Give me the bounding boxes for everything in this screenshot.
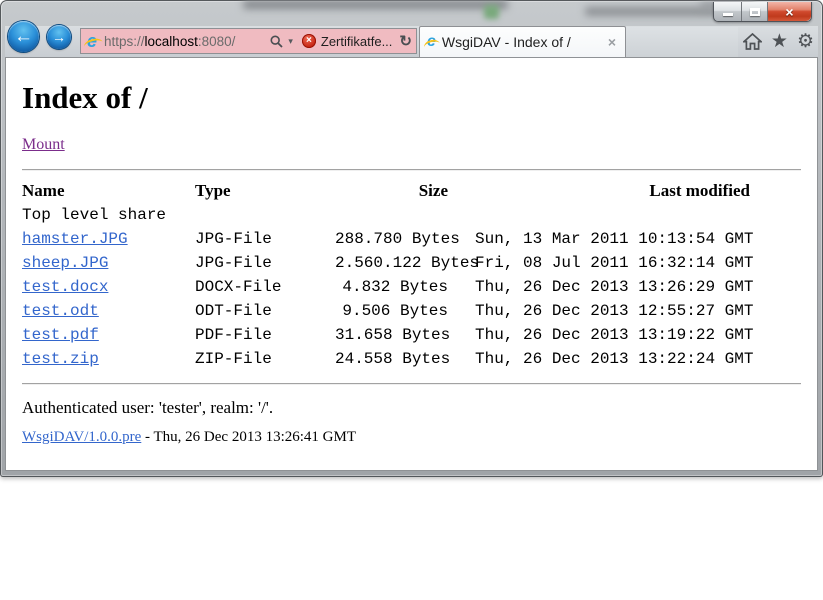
page-content: Index of / Mount Name Type Size Last mod… <box>5 57 818 471</box>
file-modified: Sun, 13 Mar 2011 10:13:54 GMT <box>448 227 750 251</box>
refresh-icon[interactable]: ↻ <box>399 32 412 50</box>
mount-line: Mount <box>22 136 801 153</box>
column-header-type: Type <box>195 179 335 203</box>
minimize-icon <box>723 13 733 16</box>
tab-favicon-ie-icon: e <box>427 34 436 50</box>
certificate-error-icon[interactable]: × <box>302 34 316 48</box>
table-row: Top level share <box>22 203 750 227</box>
titlebar-glass-reflection <box>243 0 508 9</box>
back-button[interactable]: ← <box>8 21 39 52</box>
table-row: sheep.JPG JPG-File 2.560.122 Bytes Fri, … <box>22 251 750 275</box>
column-header-name: Name <box>22 179 195 203</box>
ie-page-icon: e <box>87 32 97 50</box>
file-size: 31.658 Bytes <box>335 323 448 347</box>
back-arrow-icon: ← <box>14 26 33 48</box>
file-size: 24.558 Bytes <box>335 347 448 371</box>
screenshot: × ← → e https://localhost:8080/ <box>0 0 823 600</box>
column-header-size: Size <box>335 179 448 203</box>
titlebar[interactable]: × <box>0 0 823 26</box>
close-icon: × <box>785 5 793 19</box>
file-link[interactable]: test.pdf <box>22 326 99 344</box>
file-type: ODT-File <box>195 299 335 323</box>
browser-toolbar-icons: ★ ⚙ <box>743 26 814 57</box>
favorites-star-icon[interactable]: ★ <box>771 32 788 51</box>
table-row: test.docx DOCX-File 4.832 Bytes Thu, 26 … <box>22 275 750 299</box>
url-port-path: :8080/ <box>198 34 236 49</box>
directory-table: Name Type Size Last modified Top level s… <box>22 179 750 371</box>
forward-arrow-icon: → <box>52 29 66 45</box>
file-link[interactable]: test.odt <box>22 302 99 320</box>
authenticated-user-line: Authenticated user: 'tester', realm: '/'… <box>22 399 801 416</box>
file-size: 4.832 Bytes <box>335 275 448 299</box>
file-size: 9.506 Bytes <box>335 299 448 323</box>
window-controls: × <box>713 2 812 22</box>
mount-link[interactable]: Mount <box>22 136 65 153</box>
tab-wsgidav[interactable]: e WsgiDAV - Index of / × <box>419 26 626 57</box>
home-icon[interactable] <box>743 33 762 50</box>
divider <box>22 383 801 385</box>
url-host: localhost <box>145 34 198 49</box>
page-title: Index of / <box>22 80 801 116</box>
table-row: test.pdf PDF-File 31.658 Bytes Thu, 26 D… <box>22 323 750 347</box>
browser-window: × ← → e https://localhost:8080/ <box>0 0 823 477</box>
file-modified: Thu, 26 Dec 2013 13:26:29 GMT <box>448 275 750 299</box>
file-type: JPG-File <box>195 251 335 275</box>
file-link[interactable]: test.docx <box>22 278 108 296</box>
url-text[interactable]: https://localhost:8080/ <box>104 34 270 49</box>
titlebar-glass-reflection <box>484 5 499 19</box>
file-type: ZIP-File <box>195 347 335 371</box>
server-timestamp: - Thu, 26 Dec 2013 13:26:41 GMT <box>141 429 356 445</box>
forward-button[interactable]: → <box>47 25 71 49</box>
file-type: JPG-File <box>195 227 335 251</box>
table-row: test.zip ZIP-File 24.558 Bytes Thu, 26 D… <box>22 347 750 371</box>
file-modified: Fri, 08 Jul 2011 16:32:14 GMT <box>448 251 750 275</box>
file-modified: Thu, 26 Dec 2013 13:22:24 GMT <box>448 347 750 371</box>
file-size: 288.780 Bytes <box>335 227 448 251</box>
tab-strip-empty-area[interactable] <box>626 27 738 57</box>
url-scheme: https:// <box>104 34 145 49</box>
search-dropdown-caret-icon[interactable]: ▾ <box>288 36 293 47</box>
address-bar-controls: ▾ × Zertifikatfe... ↻ <box>270 32 412 50</box>
file-type: DOCX-File <box>195 275 335 299</box>
file-modified: Thu, 26 Dec 2013 13:19:22 GMT <box>448 323 750 347</box>
settings-gear-icon[interactable]: ⚙ <box>797 32 814 51</box>
divider <box>22 169 801 171</box>
certificate-error-label[interactable]: Zertifikatfe... <box>321 34 393 49</box>
close-button[interactable]: × <box>768 2 811 21</box>
file-size: 2.560.122 Bytes <box>335 251 448 275</box>
tab-close-icon[interactable]: × <box>606 34 618 50</box>
minimize-button[interactable] <box>714 2 741 21</box>
search-icon[interactable] <box>270 35 283 48</box>
table-row: hamster.JPG JPG-File 288.780 Bytes Sun, … <box>22 227 750 251</box>
server-signature-line: WsgiDAV/1.0.0.pre - Thu, 26 Dec 2013 13:… <box>22 429 801 445</box>
address-bar[interactable]: e https://localhost:8080/ ▾ × Zertifikat… <box>80 28 417 54</box>
top-level-share-label: Top level share <box>22 203 750 227</box>
maximize-button[interactable] <box>741 2 768 21</box>
file-link[interactable]: test.zip <box>22 350 99 368</box>
navigation-bar: ← → e https://localhost:8080/ ▾ × Zertif… <box>5 26 818 57</box>
file-link[interactable]: hamster.JPG <box>22 230 128 248</box>
file-link[interactable]: sheep.JPG <box>22 254 108 272</box>
table-header-row: Name Type Size Last modified <box>22 179 750 203</box>
file-type: PDF-File <box>195 323 335 347</box>
maximize-icon <box>750 8 760 16</box>
table-row: test.odt ODT-File 9.506 Bytes Thu, 26 De… <box>22 299 750 323</box>
wsgidav-version-link[interactable]: WsgiDAV/1.0.0.pre <box>22 429 141 445</box>
file-modified: Thu, 26 Dec 2013 12:55:27 GMT <box>448 299 750 323</box>
tab-title: WsgiDAV - Index of / <box>442 34 606 50</box>
column-header-last-modified: Last modified <box>448 179 750 203</box>
